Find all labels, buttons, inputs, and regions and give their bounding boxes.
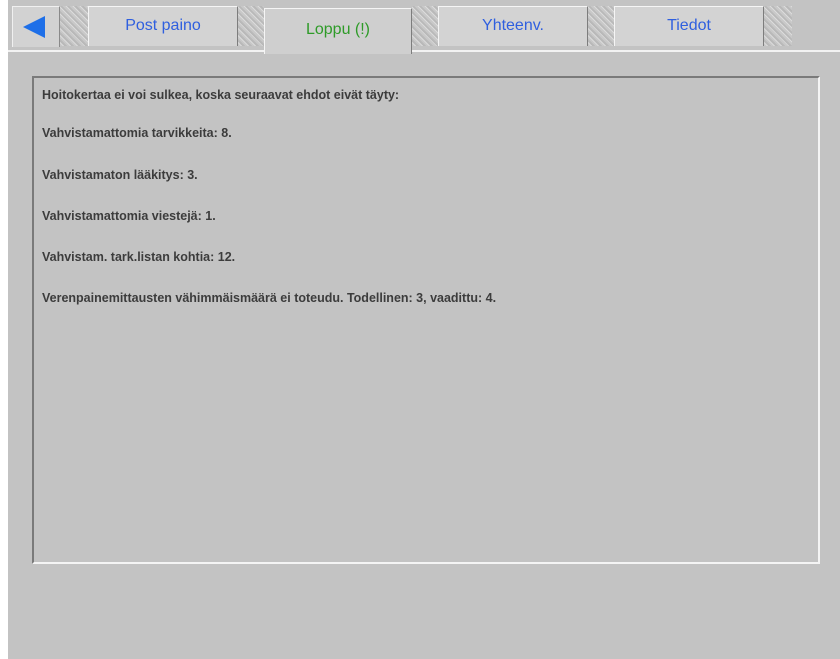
tab-bar-divider [8, 50, 840, 52]
message-item: Vahvistam. tark.listan kohtia: 12. [42, 250, 236, 264]
tab-separator [412, 6, 438, 46]
message-item: Vahvistamattomia viestejä: 1. [42, 209, 216, 223]
message-panel: Hoitokertaa ei voi sulkea, koska seuraav… [32, 76, 820, 564]
screen: Post paino Loppu (!) Yhteenv. Tiedot Hoi… [0, 0, 840, 659]
tab-bar: Post paino Loppu (!) Yhteenv. Tiedot [8, 0, 840, 54]
tab-separator [60, 6, 88, 46]
tab-bar-end [805, 6, 840, 46]
tab-label: Loppu (!) [305, 21, 371, 38]
tab-yhteenv[interactable]: Yhteenv. [438, 6, 588, 46]
message-item: Verenpainemittausten vähimmäismäärä ei t… [42, 291, 497, 305]
message-item: Vahvistamaton lääkitys: 3. [42, 168, 198, 182]
tab-separator [238, 6, 264, 46]
tab-loppu[interactable]: Loppu (!) [264, 8, 412, 54]
message-heading: Hoitokertaa ei voi sulkea, koska seuraav… [42, 88, 400, 102]
tab-label: Tiedot [667, 17, 711, 34]
tab-separator [764, 6, 792, 46]
tab-post-paino[interactable]: Post paino [88, 6, 238, 46]
tab-label: Post paino [125, 17, 201, 34]
tab-tiedot[interactable]: Tiedot [614, 6, 764, 46]
left-arrow-icon [23, 16, 45, 38]
app-window: Post paino Loppu (!) Yhteenv. Tiedot Hoi… [8, 0, 840, 659]
tab-label: Yhteenv. [482, 17, 544, 34]
tab-separator [588, 6, 614, 46]
message-item: Vahvistamattomia tarvikkeita: 8. [42, 126, 232, 140]
back-button[interactable] [12, 6, 60, 47]
